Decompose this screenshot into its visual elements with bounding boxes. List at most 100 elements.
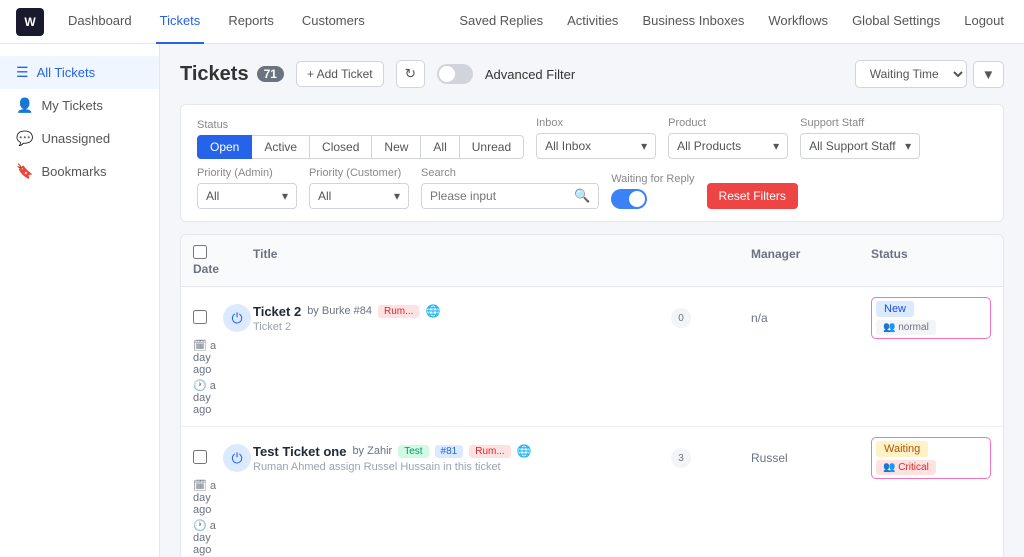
main-layout: ☰ All Tickets 👤 My Tickets 💬 Unassigned …	[0, 44, 1024, 557]
ticket-desc: Ruman Ahmed assign Russel Hussain in thi…	[253, 461, 671, 473]
sidebar-item-label: All Tickets	[37, 65, 96, 80]
status-filter-label: Status	[197, 119, 524, 131]
status-filter-group: Status Open Active Closed New All Unread	[197, 119, 524, 159]
nav-reports[interactable]: Reports	[224, 0, 278, 44]
priority-badge: 👥 Critical	[876, 460, 936, 475]
refresh-button[interactable]: ↻	[396, 60, 425, 88]
nav-global-settings[interactable]: Global Settings	[848, 0, 944, 44]
ticket-count-badge: 71	[257, 66, 284, 82]
page-header: Tickets 71 + Add Ticket ↻ Advanced Filte…	[180, 60, 1004, 88]
nav-tickets[interactable]: Tickets	[156, 0, 205, 44]
ticket-message-count: 0	[671, 308, 691, 328]
priority-admin-select[interactable]: All ▾	[197, 183, 297, 209]
ticket-by: by Zahir	[352, 445, 392, 457]
unassigned-icon: 💬	[16, 130, 33, 147]
ticket-desc: Ticket 2	[253, 321, 671, 333]
ticket-status-cell: Waiting 👥 Critical	[871, 437, 991, 479]
add-ticket-button[interactable]: + Add Ticket	[296, 61, 384, 87]
tickets-table: Title Manager Status Date ⏻ Ticket 2 by …	[180, 234, 1004, 557]
date-column-header: Date	[193, 262, 223, 276]
sidebar-item-bookmarks[interactable]: 🔖 Bookmarks	[0, 155, 159, 188]
priority-admin-filter-group: Priority (Admin) All ▾	[197, 167, 297, 209]
table-row[interactable]: ⏻ Test Ticket one by Zahir Test #81 Rum.…	[181, 427, 1003, 557]
table-header: Title Manager Status Date	[181, 235, 1003, 287]
ticket-date-cell: 🗓 a day ago 🕐 a day ago	[193, 339, 223, 416]
ticket-date1: 🗓 a day ago	[193, 479, 223, 516]
title-column-header: Title	[253, 247, 671, 261]
table-row[interactable]: ⏻ Ticket 2 by Burke #84 Rum... 🌐 Ticket …	[181, 287, 1003, 427]
advanced-filter-label: Advanced Filter	[485, 67, 575, 82]
ticket-manager: Russel	[751, 451, 871, 465]
ticket-by: by Burke #84	[307, 305, 372, 317]
nav-customers[interactable]: Customers	[298, 0, 369, 44]
row-checkbox[interactable]	[193, 450, 207, 464]
priority-customer-select[interactable]: All ▾	[309, 183, 409, 209]
search-filter-label: Search	[421, 167, 599, 179]
bookmarks-icon: 🔖	[16, 163, 33, 180]
sidebar-item-label: My Tickets	[41, 98, 102, 113]
nav-saved-replies[interactable]: Saved Replies	[455, 0, 547, 44]
waiting-reply-toggle[interactable]	[611, 189, 647, 209]
ticket-message-count: 3	[671, 448, 691, 468]
reset-filters-button[interactable]: Reset Filters	[707, 183, 798, 209]
tab-open[interactable]: Open	[197, 135, 252, 159]
ticket-tag: Test	[398, 445, 428, 458]
tab-active[interactable]: Active	[252, 135, 310, 159]
nav-workflows[interactable]: Workflows	[764, 0, 832, 44]
priority-badge: 👥 normal	[876, 320, 936, 335]
sidebar-item-unassigned[interactable]: 💬 Unassigned	[0, 122, 159, 155]
product-filter-group: Product All Products ▾	[668, 117, 788, 159]
logo-icon: W	[16, 8, 44, 36]
globe-icon: 🌐	[517, 444, 532, 458]
avatar: ⏻	[223, 304, 251, 332]
support-staff-select[interactable]: All Support Staff ▾	[800, 133, 920, 159]
search-input[interactable]	[430, 189, 570, 203]
search-icon: 🔍	[574, 188, 590, 204]
ticket-tag: Rum...	[469, 445, 510, 458]
filters-section: Status Open Active Closed New All Unread…	[180, 104, 1004, 222]
tab-new[interactable]: New	[372, 135, 421, 159]
status-badge: New	[876, 301, 914, 317]
tab-all[interactable]: All	[421, 135, 459, 159]
manager-column-header: Manager	[751, 247, 871, 261]
nav-business-inboxes[interactable]: Business Inboxes	[638, 0, 748, 44]
product-select[interactable]: All Products ▾	[668, 133, 788, 159]
select-all-checkbox[interactable]	[193, 245, 207, 259]
priority-customer-filter-group: Priority (Customer) All ▾	[309, 167, 409, 209]
sidebar: ☰ All Tickets 👤 My Tickets 💬 Unassigned …	[0, 44, 160, 557]
sidebar-item-all-tickets[interactable]: ☰ All Tickets	[0, 56, 159, 89]
all-tickets-icon: ☰	[16, 64, 29, 81]
ticket-title-wrap: Ticket 2 by Burke #84 Rum... 🌐 Ticket 2	[253, 304, 671, 333]
ticket-date-cell: 🗓 a day ago 🕐 a day ago	[193, 479, 223, 556]
ticket-title: Test Ticket one	[253, 444, 346, 459]
inbox-select[interactable]: All Inbox ▾	[536, 133, 656, 159]
search-filter-group: Search 🔍	[421, 167, 599, 209]
sort-select[interactable]: Waiting Time	[855, 60, 967, 88]
nav-activities[interactable]: Activities	[563, 0, 622, 44]
ticket-status-cell: New 👥 normal	[871, 297, 991, 339]
page-title: Tickets 71	[180, 63, 284, 86]
top-navigation: W Dashboard Tickets Reports Customers Sa…	[0, 0, 1024, 44]
status-column-header: Status	[871, 247, 991, 261]
inbox-filter-group: Inbox All Inbox ▾	[536, 117, 656, 159]
waiting-reply-label: Waiting for Reply	[611, 173, 694, 185]
ticket-manager: n/a	[751, 311, 871, 325]
avatar: ⏻	[223, 444, 251, 472]
sort-direction-button[interactable]: ▼	[973, 61, 1004, 88]
priority-customer-label: Priority (Customer)	[309, 167, 409, 179]
waiting-reply-filter-group: Waiting for Reply	[611, 173, 694, 209]
nav-logout[interactable]: Logout	[960, 0, 1008, 44]
inbox-filter-label: Inbox	[536, 117, 656, 129]
tab-unread[interactable]: Unread	[460, 135, 524, 159]
nav-dashboard[interactable]: Dashboard	[64, 0, 136, 44]
advanced-filter-toggle[interactable]	[437, 64, 473, 84]
ticket-tag: Rum...	[378, 305, 419, 318]
ticket-date1: 🗓 a day ago	[193, 339, 223, 376]
row-checkbox[interactable]	[193, 310, 207, 324]
status-badge: Waiting	[876, 441, 928, 457]
globe-icon: 🌐	[425, 304, 440, 318]
support-staff-filter-label: Support Staff	[800, 117, 920, 129]
sidebar-item-my-tickets[interactable]: 👤 My Tickets	[0, 89, 159, 122]
ticket-tag: #81	[435, 445, 464, 458]
tab-closed[interactable]: Closed	[310, 135, 372, 159]
